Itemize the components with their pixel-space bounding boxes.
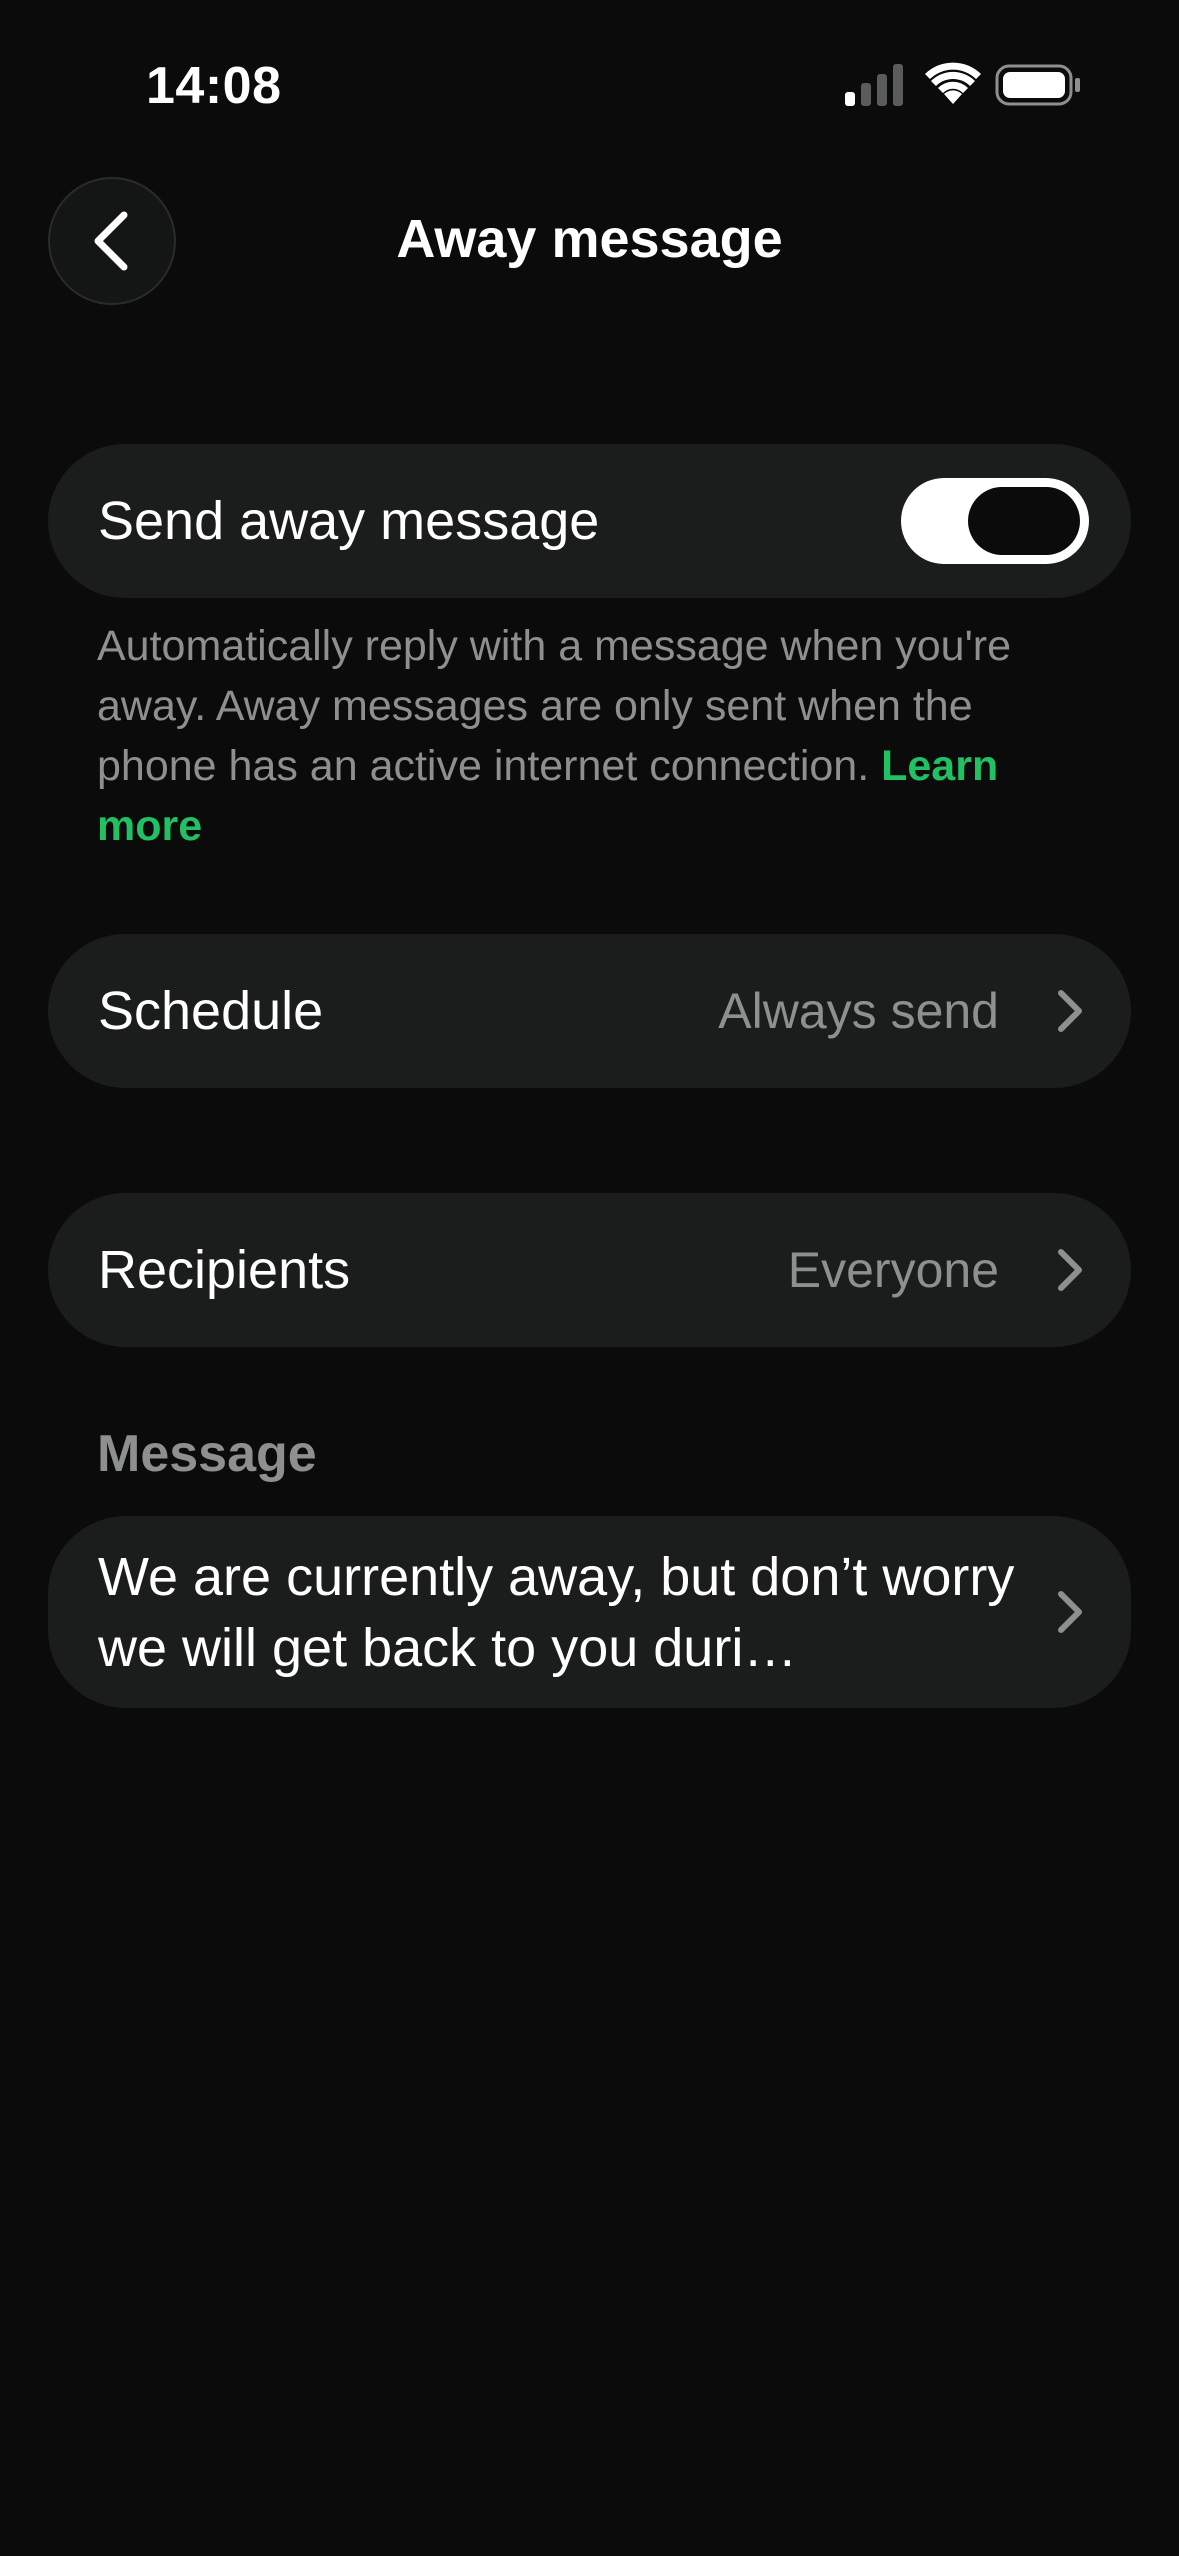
chevron-right-icon: [1058, 990, 1082, 1032]
send-away-message-toggle[interactable]: [901, 478, 1089, 564]
schedule-value: Always send: [718, 983, 999, 1039]
status-time: 14:08: [146, 57, 282, 115]
description-text: Automatically reply with a message when …: [97, 622, 1012, 790]
page-title: Away message: [396, 209, 783, 269]
chevron-right-icon: [1058, 1591, 1082, 1633]
send-away-message-label: Send away message: [98, 491, 600, 551]
status-bar: 14:08: [0, 0, 1179, 170]
schedule-row[interactable]: Schedule Always send: [48, 934, 1131, 1088]
recipients-label: Recipients: [98, 1240, 351, 1300]
message-row[interactable]: We are currently away, but don’t worry w…: [48, 1516, 1131, 1708]
recipients-row[interactable]: Recipients Everyone: [48, 1193, 1131, 1347]
message-preview: We are currently away, but don’t worry w…: [98, 1547, 1015, 1678]
toggle-knob: [968, 487, 1080, 555]
schedule-label: Schedule: [98, 981, 324, 1041]
cellular-signal-icon: [845, 64, 903, 106]
wifi-icon: [925, 62, 981, 104]
message-section-label: Message: [97, 1425, 317, 1483]
send-away-message-row[interactable]: Send away message: [48, 444, 1131, 598]
chevron-right-icon: [1058, 1249, 1082, 1291]
away-message-description: Automatically reply with a message when …: [97, 616, 1097, 856]
recipients-value: Everyone: [787, 1242, 999, 1298]
battery-icon: [995, 64, 1080, 106]
